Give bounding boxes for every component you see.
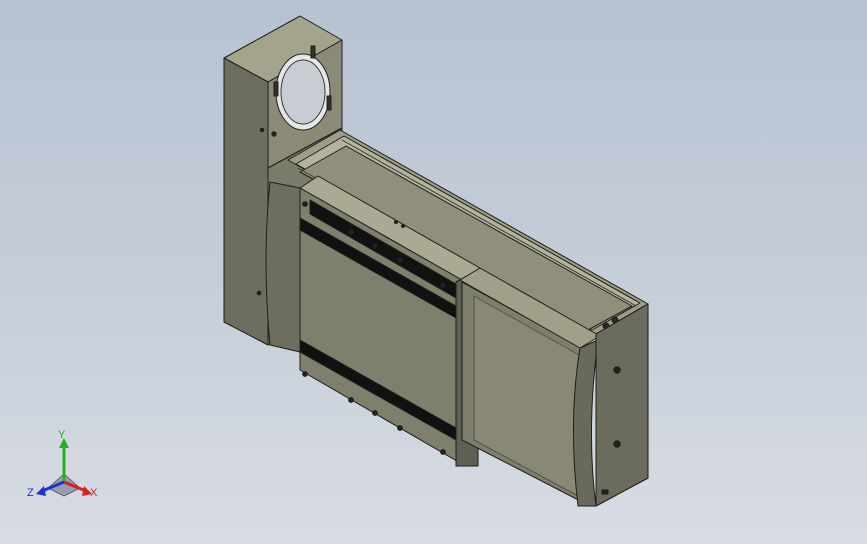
z-axis-label: Z <box>27 487 34 499</box>
profile-cover-left <box>265 181 301 353</box>
slot-hole <box>310 45 316 59</box>
axis-triad: Y X Z <box>27 430 98 499</box>
3d-model-view[interactable] <box>0 0 867 544</box>
slot-hole <box>273 81 279 97</box>
end-cap[interactable] <box>595 303 649 507</box>
z-arrow-icon <box>36 486 46 496</box>
y-axis-label: Y <box>58 430 66 441</box>
x-axis-label: X <box>90 487 98 499</box>
slot-hole <box>326 95 332 111</box>
graphics-viewport[interactable]: Y X Z <box>0 0 867 544</box>
